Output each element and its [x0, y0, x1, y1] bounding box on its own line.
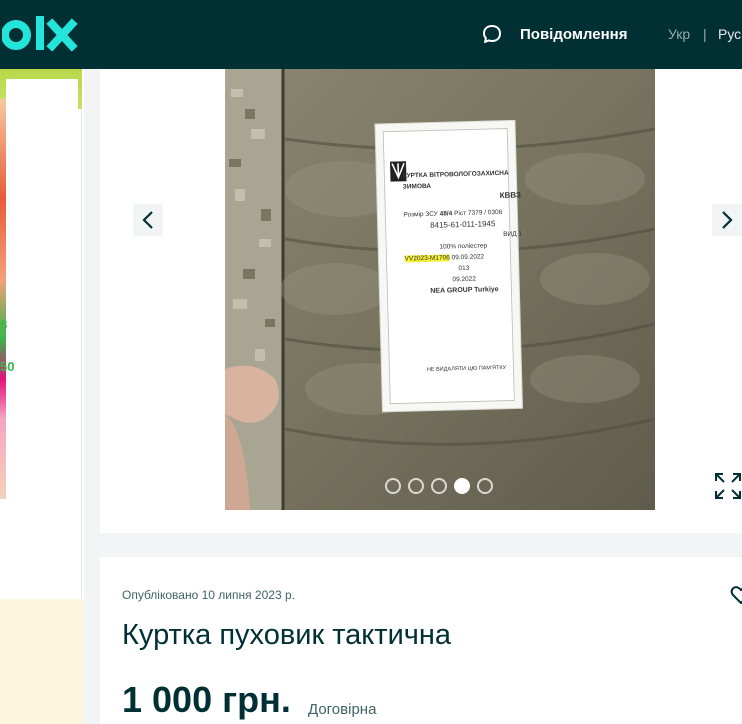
published-date: Опубліковано 10 липня 2023 р.: [122, 588, 295, 602]
label-heading: КУРТКА ВІТРОВОЛОГОЗАХИСНА ЗИМОВА: [402, 169, 509, 191]
photo-gallery: КУРТКА ВІТРОВОЛОГОЗАХИСНА ЗИМОВА КВВЗ Ро…: [100, 69, 742, 533]
slide-dot[interactable]: [431, 478, 447, 494]
lang-rus-link[interactable]: Рус: [718, 26, 741, 42]
slide-dot[interactable]: [454, 478, 470, 494]
heart-icon[interactable]: [730, 584, 742, 606]
top-header: Повідомлення Укр | Рус: [0, 0, 742, 69]
ad-cream-area: [0, 599, 84, 724]
label-height-caption: Ріст: [454, 209, 467, 218]
listing-title: Куртка пуховик тактична: [122, 619, 452, 651]
olx-logo[interactable]: [2, 14, 78, 56]
photo-label-text: КУРТКА ВІТРОВОЛОГОЗАХИСНА ЗИМОВА КВВЗ Ро…: [402, 167, 525, 376]
lang-separator: |: [703, 26, 707, 42]
lang-ukr-link[interactable]: Укр: [668, 26, 690, 42]
ad-white-area: [6, 79, 78, 584]
listing-photo[interactable]: КУРТКА ВІТРОВОЛОГОЗАХИСНА ЗИМОВА КВВЗ Ро…: [225, 69, 655, 510]
ad-frame: 8 50: [0, 69, 82, 599]
listing-price: 1 000 грн.: [122, 679, 291, 720]
left-ad-banner[interactable]: 8 50: [0, 69, 84, 724]
label-contract: VV2023-M1706: [404, 254, 450, 263]
chat-bubble-icon: [483, 25, 501, 43]
label-contract-date: 09.09.2022: [451, 253, 485, 262]
slide-dot[interactable]: [477, 478, 493, 494]
label-height: 7379 / 0306: [467, 208, 503, 217]
chevron-right-icon: [722, 211, 733, 229]
slide-indicator: [385, 478, 493, 494]
label-manufacturer: NEA GROUP Turkiye: [430, 286, 499, 295]
slide-dot[interactable]: [385, 478, 401, 494]
label-size: 48/4: [439, 210, 453, 218]
next-photo-button[interactable]: [712, 204, 742, 236]
chevron-left-icon: [142, 211, 153, 229]
prev-photo-button[interactable]: [133, 204, 163, 236]
negotiable-label: Договірна: [308, 701, 377, 718]
fullscreen-icon[interactable]: [713, 471, 742, 501]
ad-text-fragment: 8: [0, 317, 8, 332]
messages-label: Повідомлення: [520, 25, 628, 43]
ad-text-fragment: 50: [0, 359, 15, 374]
slide-dot[interactable]: [408, 478, 424, 494]
label-size-caption: Розмір ЗСУ: [403, 210, 438, 219]
listing-details: Опубліковано 10 липня 2023 р. Куртка пух…: [100, 557, 742, 724]
messages-button[interactable]: Повідомлення: [482, 22, 627, 46]
